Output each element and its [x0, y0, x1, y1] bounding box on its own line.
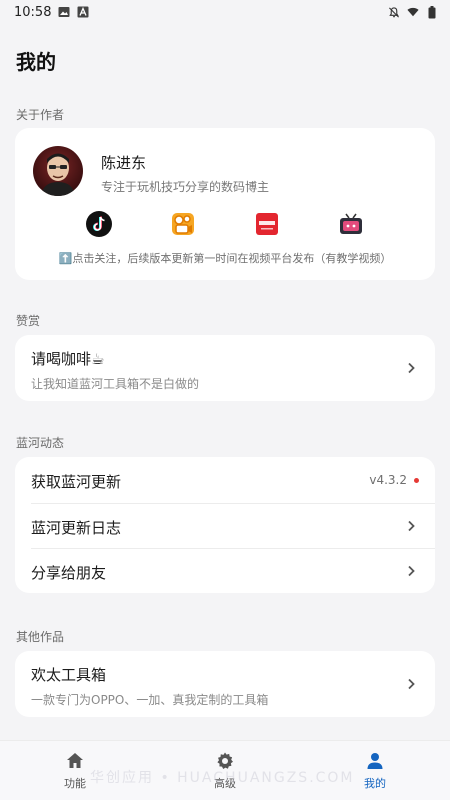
huantai-subtitle: 一款专门为OPPO、一加、真我定制的工具箱 — [31, 693, 269, 707]
chevron-right-icon — [408, 520, 415, 532]
kuaishou-icon[interactable] — [169, 210, 197, 238]
person-icon — [367, 753, 383, 769]
nav-item-features[interactable]: 功能 — [0, 741, 150, 800]
tiktok-icon[interactable] — [85, 210, 113, 238]
bilibili-icon[interactable] — [337, 210, 365, 238]
other-card: 欢太工具箱 一款专门为OPPO、一加、真我定制的工具箱 — [15, 651, 435, 717]
coffee-row[interactable]: 请喝咖啡☕ 让我知道蓝河工具箱不是白做的 — [15, 335, 435, 401]
get-update-row[interactable]: 获取蓝河更新 v4.3.2 — [15, 457, 435, 503]
praise-card: 请喝咖啡☕ 让我知道蓝河工具箱不是白做的 — [15, 335, 435, 401]
section-label-news: 蓝河动态 — [16, 436, 65, 450]
news-card: 获取蓝河更新 v4.3.2 蓝河更新日志 分享给朋友 — [15, 457, 435, 593]
nav-item-mine[interactable]: 我的 — [300, 741, 450, 800]
share-title: 分享给朋友 — [31, 564, 107, 582]
changelog-title: 蓝河更新日志 — [31, 519, 122, 537]
chevron-right-icon — [408, 565, 415, 577]
share-row[interactable]: 分享给朋友 — [15, 548, 435, 593]
home-icon — [67, 753, 83, 768]
battery-icon — [426, 5, 438, 18]
author-description: 专注于玩机技巧分享的数码博主 — [101, 180, 270, 194]
nav-label-mine: 我的 — [364, 777, 386, 790]
get-update-title: 获取蓝河更新 — [31, 473, 122, 491]
bottom-nav: 功能 高级 我的 — [0, 740, 450, 800]
avatar[interactable] — [33, 146, 83, 196]
huantai-row[interactable]: 欢太工具箱 一款专门为OPPO、一加、真我定制的工具箱 — [15, 651, 435, 717]
coffee-subtitle: 让我知道蓝河工具箱不是白做的 — [31, 377, 200, 391]
status-bar: 10:58 — [0, 0, 450, 24]
gear-icon — [217, 752, 233, 769]
image-icon — [58, 6, 70, 18]
huantai-title: 欢太工具箱 — [31, 666, 107, 684]
author-card: 陈进东 专注于玩机技巧分享的数码博主 ⬆️点击关注，后续版本更新第一时间在视频平… — [15, 128, 435, 280]
chevron-right-icon — [408, 678, 415, 690]
nav-label-features: 功能 — [64, 777, 86, 790]
font-icon — [77, 6, 89, 18]
chevron-right-icon — [408, 362, 415, 374]
status-right — [388, 5, 438, 18]
page-title: 我的 — [16, 50, 56, 74]
nav-item-advanced[interactable]: 高级 — [150, 741, 300, 800]
update-dot — [414, 478, 419, 483]
changelog-row[interactable]: 蓝河更新日志 — [15, 503, 435, 548]
section-label-other: 其他作品 — [16, 630, 65, 644]
nav-label-advanced: 高级 — [214, 777, 236, 790]
author-name: 陈进东 — [101, 154, 147, 172]
xiaohongshu-icon[interactable] — [253, 210, 281, 238]
section-label-about: 关于作者 — [16, 108, 65, 122]
notifications-off-icon — [388, 6, 400, 18]
status-time: 10:58 — [14, 4, 52, 20]
section-label-praise: 赞赏 — [16, 314, 41, 328]
coffee-title: 请喝咖啡☕ — [31, 350, 105, 368]
status-left: 10:58 — [14, 5, 89, 20]
follow-note[interactable]: ⬆️点击关注，后续版本更新第一时间在视频平台发布（有教学视频） — [15, 250, 435, 266]
wifi-icon — [407, 6, 419, 18]
version-label: v4.3.2 — [369, 473, 407, 487]
